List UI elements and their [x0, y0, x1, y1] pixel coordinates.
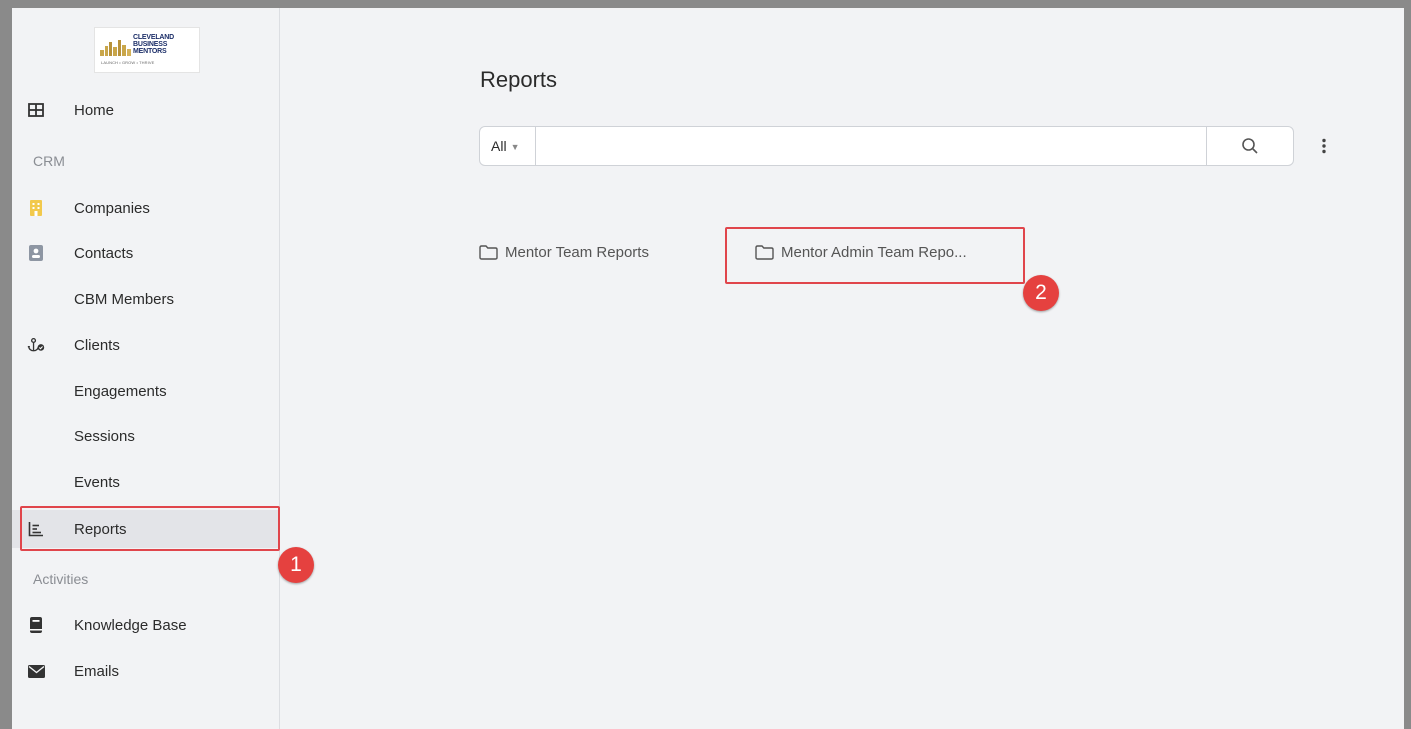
annotation-highlight-reports	[20, 506, 280, 551]
sidebar-item-label: Events	[74, 473, 120, 491]
folder-label: Mentor Team Reports	[505, 244, 649, 261]
logo-text-line1: CLEVELAND	[133, 34, 174, 41]
sidebar: CLEVELAND BUSINESS MENTORS LAUNCH • GROW…	[12, 8, 280, 729]
filter-label: All	[491, 138, 507, 154]
sidebar-item-emails[interactable]: Emails	[12, 653, 279, 689]
annotation-badge-1: 1	[278, 547, 314, 583]
sidebar-item-knowledge-base[interactable]: Knowledge Base	[12, 607, 279, 643]
envelope-icon	[27, 662, 45, 680]
more-options-button[interactable]	[1312, 134, 1336, 158]
sidebar-item-cbm-members[interactable]: CBM Members	[12, 281, 279, 317]
sidebar-item-label: Emails	[74, 662, 120, 680]
logo-tagline: LAUNCH • GROW • THRIVE	[101, 60, 155, 65]
sidebar-item-contacts[interactable]: Contacts	[12, 235, 279, 271]
folder-icon	[479, 245, 498, 260]
search-icon	[1242, 138, 1258, 154]
sidebar-item-label: CBM Members	[74, 290, 175, 308]
annotation-highlight-folder	[725, 227, 1025, 284]
sidebar-item-home[interactable]: Home	[12, 92, 279, 128]
page-title: Reports	[480, 67, 558, 92]
sidebar-item-engagements[interactable]: Engagements	[12, 373, 279, 409]
section-header-activities: Activities	[33, 571, 89, 587]
sidebar-item-label: Contacts	[74, 244, 134, 262]
cbm-logo[interactable]: CLEVELAND BUSINESS MENTORS LAUNCH • GROW…	[94, 27, 200, 73]
logo-text-line2: BUSINESS	[133, 41, 168, 48]
search-input[interactable]	[537, 127, 1207, 165]
kebab-menu-icon	[1322, 138, 1326, 154]
sidebar-item-label: Sessions	[74, 427, 135, 445]
grid-icon	[27, 101, 45, 119]
sidebar-item-label: Home	[74, 101, 115, 119]
sidebar-item-label: Companies	[74, 199, 150, 217]
logo-text-line3: MENTORS	[133, 48, 167, 55]
folder-mentor-team-reports[interactable]: Mentor Team Reports	[479, 244, 649, 261]
sidebar-item-clients[interactable]: Clients	[12, 327, 279, 363]
caret-down-icon: ▼	[510, 142, 520, 152]
anchor-icon	[27, 336, 45, 354]
contact-card-icon	[27, 244, 45, 262]
book-icon	[27, 616, 45, 634]
sidebar-item-companies[interactable]: Companies	[12, 190, 279, 226]
search-bar: All ▼	[479, 126, 1294, 166]
sidebar-item-label: Knowledge Base	[74, 616, 187, 634]
sidebar-item-label: Clients	[74, 336, 120, 354]
skyline-logo-icon	[100, 40, 131, 56]
app-window: CLEVELAND BUSINESS MENTORS LAUNCH • GROW…	[12, 8, 1404, 729]
building-icon	[27, 199, 45, 217]
sidebar-item-events[interactable]: Events	[12, 464, 279, 500]
search-button[interactable]	[1206, 127, 1293, 165]
sidebar-item-sessions[interactable]: Sessions	[12, 418, 279, 454]
annotation-badge-2: 2	[1023, 275, 1059, 311]
section-header-crm: CRM	[33, 153, 65, 169]
search-filter-dropdown[interactable]: All ▼	[480, 127, 536, 165]
sidebar-item-label: Engagements	[74, 382, 167, 400]
